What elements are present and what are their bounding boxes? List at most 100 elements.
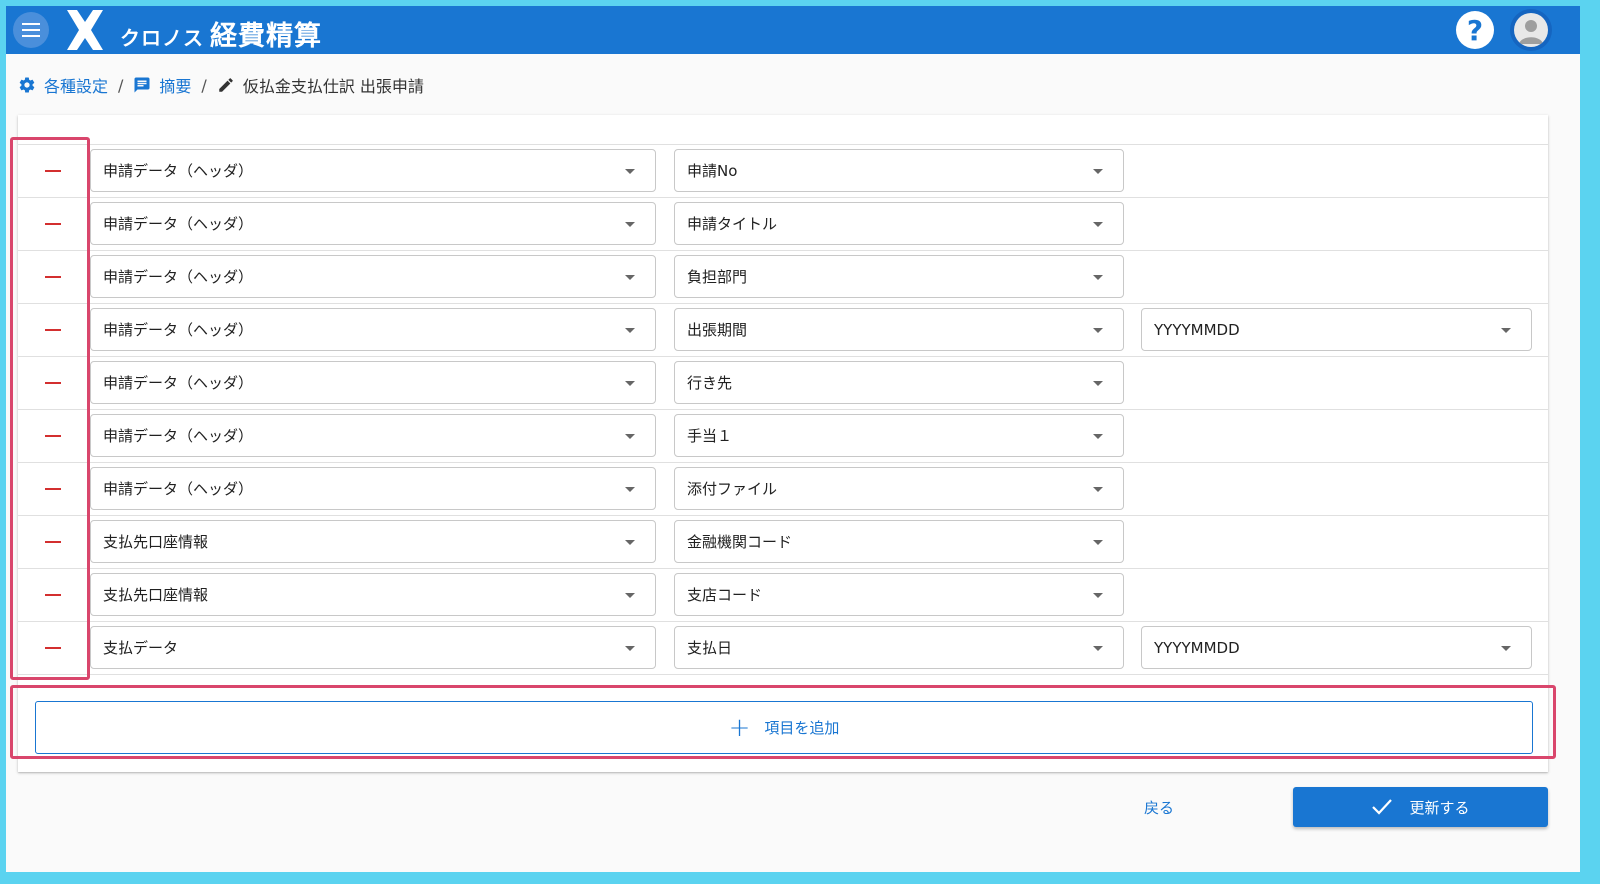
field-select[interactable]: 手当１ [674,414,1124,457]
add-item-button[interactable]: + 項目を追加 [35,701,1533,754]
dropdown-arrow-icon [625,169,635,174]
dropdown-arrow-icon [1093,646,1103,651]
select-value: 申請データ（ヘッダ） [103,268,254,286]
minus-icon [45,170,61,172]
remove-row-button[interactable] [36,314,70,346]
dropdown-arrow-icon [625,275,635,280]
dropdown-arrow-icon [625,434,635,439]
user-avatar-button[interactable] [1510,9,1552,51]
help-button[interactable]: ? [1456,11,1494,49]
dropdown-arrow-icon [1093,593,1103,598]
card-header [18,115,1548,145]
select-value: 申請データ（ヘッダ） [103,480,254,498]
mapping-row: 申請データ（ヘッダ） 行き先 [18,357,1548,410]
dropdown-arrow-icon [1501,646,1511,651]
select-value: 手当１ [687,427,733,445]
dropdown-arrow-icon [1093,169,1103,174]
pencil-icon [219,78,233,92]
select-value: 行き先 [687,374,733,392]
field-select[interactable]: 支払日 [674,626,1124,669]
app-title: クロノス 経費精算 [120,14,322,53]
brand-name: クロノス [120,26,204,50]
category-select[interactable]: 支払データ [90,626,656,669]
app-bar: クロノス 経費精算 ? [6,6,1580,54]
mapping-row: 申請データ（ヘッダ） 添付ファイル [18,463,1548,516]
mapping-row: 支払先口座情報 金融機関コード [18,516,1548,569]
remove-row-button[interactable] [36,473,70,505]
dropdown-arrow-icon [1093,434,1103,439]
select-value: 出張期間 [687,321,748,339]
dropdown-arrow-icon [1093,540,1103,545]
help-icon: ? [1466,13,1484,47]
dropdown-arrow-icon [625,593,635,598]
remove-row-button[interactable] [36,208,70,240]
category-select[interactable]: 支払先口座情報 [90,573,656,616]
minus-icon [45,541,61,543]
category-select[interactable]: 申請データ（ヘッダ） [90,202,656,245]
breadcrumb: 各種設定 / 摘要 / 仮払金支払仕訳 出張申請 [18,72,424,98]
select-value: 支払日 [687,639,733,657]
dropdown-arrow-icon [625,222,635,227]
remove-row-button[interactable] [36,261,70,293]
mapping-row: 申請データ（ヘッダ） 申請タイトル [18,198,1548,251]
remove-row-button[interactable] [36,526,70,558]
select-value: YYYYMMDD [1154,320,1240,339]
field-select[interactable]: 申請No [674,149,1124,192]
back-button[interactable]: 戻る [1124,788,1194,826]
minus-icon [45,435,61,437]
field-select[interactable]: 金融機関コード [674,520,1124,563]
mapping-row: 申請データ（ヘッダ） 出張期間 YYYYMMDD [18,304,1548,357]
format-select[interactable]: YYYYMMDD [1141,308,1532,351]
update-label: 更新する [1409,798,1470,817]
category-select[interactable]: 申請データ（ヘッダ） [90,467,656,510]
select-value: 申請データ（ヘッダ） [103,162,254,180]
dropdown-arrow-icon [1093,328,1103,333]
mapping-card: 申請データ（ヘッダ） 申請No 申請データ（ヘッダ） 申請タイトル 申請データ（… [18,115,1548,772]
dropdown-arrow-icon [625,381,635,386]
logo-icon [67,10,103,50]
category-select[interactable]: 申請データ（ヘッダ） [90,255,656,298]
category-select[interactable]: 申請データ（ヘッダ） [90,308,656,351]
mapping-row: 申請データ（ヘッダ） 負担部門 [18,251,1548,304]
category-select[interactable]: 申請データ（ヘッダ） [90,361,656,404]
menu-icon [22,23,40,37]
minus-icon [45,329,61,331]
minus-icon [45,276,61,278]
menu-button[interactable] [13,12,49,48]
remove-row-button[interactable] [36,367,70,399]
field-select[interactable]: 負担部門 [674,255,1124,298]
breadcrumb-label: 摘要 [159,77,192,96]
minus-icon [45,647,61,649]
breadcrumb-item-settings[interactable]: 各種設定 [18,73,108,97]
dropdown-arrow-icon [625,328,635,333]
format-select[interactable]: YYYYMMDD [1141,626,1532,669]
breadcrumb-item-summary[interactable]: 摘要 [133,73,191,97]
dropdown-arrow-icon [1093,222,1103,227]
field-select[interactable]: 支店コード [674,573,1124,616]
field-select[interactable]: 行き先 [674,361,1124,404]
category-select[interactable]: 支払先口座情報 [90,520,656,563]
add-item-label: 項目を追加 [764,719,840,737]
mapping-row: 申請データ（ヘッダ） 申請No [18,145,1548,198]
field-select[interactable]: 出張期間 [674,308,1124,351]
mapping-row: 申請データ（ヘッダ） 手当１ [18,410,1548,463]
dropdown-arrow-icon [1093,275,1103,280]
select-value: 添付ファイル [687,480,778,498]
remove-row-button[interactable] [36,579,70,611]
category-select[interactable]: 申請データ（ヘッダ） [90,149,656,192]
remove-row-button[interactable] [36,420,70,452]
dropdown-arrow-icon [1093,487,1103,492]
remove-row-button[interactable] [36,155,70,187]
product-name: 経費精算 [210,21,322,52]
field-select[interactable]: 添付ファイル [674,467,1124,510]
remove-row-button[interactable] [36,632,70,664]
dropdown-arrow-icon [625,646,635,651]
select-value: 申請No [687,162,738,180]
update-button[interactable]: 更新する [1293,787,1548,827]
field-select[interactable]: 申請タイトル [674,202,1124,245]
minus-icon [45,488,61,490]
select-value: 申請タイトル [687,215,778,233]
category-select[interactable]: 申請データ（ヘッダ） [90,414,656,457]
select-value: YYYYMMDD [1154,638,1240,657]
minus-icon [45,382,61,384]
